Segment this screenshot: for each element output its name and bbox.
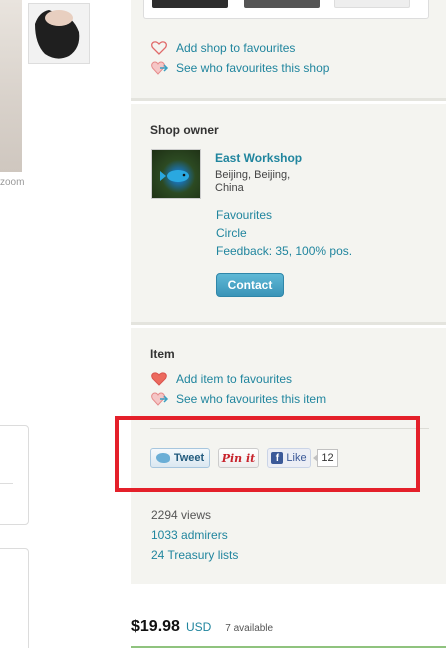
add-item-favourites-link[interactable]: Add item to favourites <box>176 372 292 386</box>
see-who-favourites-shop-link[interactable]: See who favourites this shop <box>176 61 329 75</box>
left-info-box <box>0 425 29 525</box>
item-heading: Item <box>150 347 175 361</box>
owner-favourites-link[interactable]: Favourites <box>216 208 272 222</box>
zoom-label[interactable]: zoom <box>0 177 24 188</box>
see-who-favourites-item-row[interactable]: See who favourites this item <box>151 392 326 406</box>
shop-location: Beijing, Beijing, China <box>215 169 291 194</box>
shop-owner-heading: Shop owner <box>150 123 219 137</box>
heart-filled-icon <box>151 372 169 386</box>
gallery-image[interactable] <box>152 0 228 8</box>
shop-gallery-strip <box>143 0 429 19</box>
shop-favourites-panel: Add shop to favourites See who favourite… <box>131 0 446 101</box>
price-row: $19.98 USD 7 available <box>131 618 273 636</box>
views-count: 2294 views <box>151 508 212 522</box>
owner-feedback-link[interactable]: Feedback: 35, 100% pos. <box>216 244 352 258</box>
add-shop-favourites-row[interactable]: Add shop to favourites <box>151 41 295 55</box>
currency-link[interactable]: USD <box>186 620 211 634</box>
highlight-box <box>115 416 420 492</box>
admirers-link[interactable]: 1033 admirers <box>151 528 228 542</box>
availability-text: 7 available <box>225 623 274 634</box>
owner-circle-link[interactable]: Circle <box>216 226 247 240</box>
left-info-box-2 <box>0 548 29 648</box>
add-item-favourites-row[interactable]: Add item to favourites <box>151 372 292 386</box>
main-product-image[interactable] <box>0 0 22 172</box>
shop-owner-panel: Shop owner East Workshop Beijing, Beijin… <box>131 104 446 325</box>
treasury-lists-link[interactable]: 24 Treasury lists <box>151 548 238 562</box>
product-thumbnail[interactable] <box>28 3 90 64</box>
heart-arrow-icon <box>151 392 169 406</box>
gallery-image[interactable] <box>334 0 410 8</box>
heart-arrow-icon <box>151 61 169 75</box>
heart-outline-icon <box>151 41 169 55</box>
see-who-favourites-item-link[interactable]: See who favourites this item <box>176 392 326 406</box>
gallery-image[interactable] <box>244 0 320 8</box>
price-amount: $19.98 <box>131 618 180 635</box>
add-shop-favourites-link[interactable]: Add shop to favourites <box>176 41 295 55</box>
shop-avatar[interactable] <box>151 149 201 199</box>
contact-button[interactable]: Contact <box>216 273 284 297</box>
shop-name-link[interactable]: East Workshop <box>215 151 302 165</box>
see-who-favourites-shop-row[interactable]: See who favourites this shop <box>151 61 329 75</box>
